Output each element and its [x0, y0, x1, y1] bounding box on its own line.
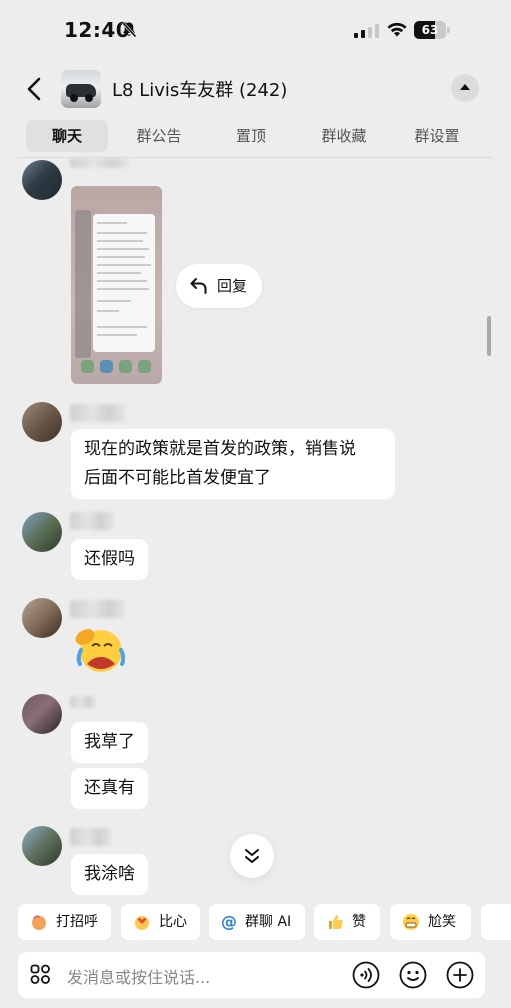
tab-announcement[interactable]: 群公告 [120, 120, 198, 152]
quick-group-ai[interactable]: @ 群聊 AI [209, 904, 305, 940]
reply-button[interactable]: 回复 [176, 264, 262, 308]
wave-hand-icon [32, 915, 46, 930]
reply-arrow-icon [190, 278, 207, 294]
avatar[interactable] [22, 598, 62, 638]
quick-heart[interactable]: 比心 [121, 904, 200, 940]
sender-name [70, 828, 112, 846]
status-bar: 12:40 63 [0, 0, 511, 62]
tab-settings[interactable]: 群设置 [396, 120, 478, 152]
message-bubble[interactable]: 还真有 [71, 768, 148, 809]
collapse-button[interactable] [451, 74, 479, 102]
avatar[interactable] [22, 160, 62, 200]
tab-favorites[interactable]: 群收藏 [304, 120, 384, 152]
message-bubble[interactable]: 还假吗 [71, 539, 148, 580]
message-bubble[interactable]: 现在的政策就是首发的政策，销售说 后面不可能比首发便宜了 [71, 429, 395, 499]
avatar[interactable] [22, 402, 62, 442]
thumbs-up-icon [329, 915, 343, 929]
quick-greet[interactable]: 打招呼 [18, 904, 111, 940]
heart-hands-icon [135, 916, 149, 930]
emoji-icon[interactable] [399, 961, 427, 989]
reply-label: 回复 [217, 277, 248, 295]
crying-laughing-emoji[interactable] [73, 624, 125, 674]
sender-name [70, 404, 126, 422]
message-input[interactable]: 发消息或按住说话... [67, 964, 210, 988]
plus-icon[interactable] [446, 961, 474, 989]
scroll-down-icon [245, 849, 259, 863]
sender-name [70, 158, 130, 168]
chat-tabs: 聊天 群公告 置顶 群收藏 群设置 [0, 116, 511, 156]
at-icon: @ [221, 912, 237, 931]
quick-replies: 打招呼 比心 @ 群聊 AI 赞 尬笑 [0, 904, 511, 942]
wifi-icon [387, 22, 407, 37]
battery-level: 63 [421, 23, 439, 37]
group-avatar[interactable] [61, 70, 101, 108]
awkward-smile-icon [403, 914, 419, 930]
apps-grid-icon[interactable] [30, 964, 52, 986]
mute-bell-icon [121, 21, 137, 38]
sender-name [70, 512, 114, 530]
tab-chat[interactable]: 聊天 [26, 120, 108, 152]
quick-like[interactable]: 赞 [314, 904, 380, 940]
image-message[interactable] [71, 186, 162, 384]
avatar[interactable] [22, 512, 62, 552]
quick-awkward-laugh[interactable]: 尬笑 [390, 904, 471, 940]
tab-pinned[interactable]: 置顶 [212, 120, 290, 152]
scrollbar[interactable] [487, 316, 491, 356]
signal-icon [354, 24, 379, 38]
group-title[interactable]: L8 Livis车友群 (242) [112, 76, 287, 102]
battery-icon: 63 [414, 21, 450, 39]
back-arrow-icon[interactable] [24, 74, 48, 104]
scroll-to-bottom-button[interactable] [230, 834, 274, 878]
message-bubble[interactable]: 我涂啥 [71, 854, 148, 895]
sender-name [70, 696, 96, 708]
sender-name [70, 600, 126, 618]
chat-header: L8 Livis车友群 (242) [0, 62, 511, 116]
message-input-bar[interactable]: 发消息或按住说话... [18, 952, 485, 998]
message-bubble[interactable]: 我草了 [71, 722, 148, 763]
voice-icon[interactable] [352, 961, 380, 989]
avatar[interactable] [22, 694, 62, 734]
avatar[interactable] [22, 826, 62, 866]
quick-more[interactable] [481, 904, 511, 940]
